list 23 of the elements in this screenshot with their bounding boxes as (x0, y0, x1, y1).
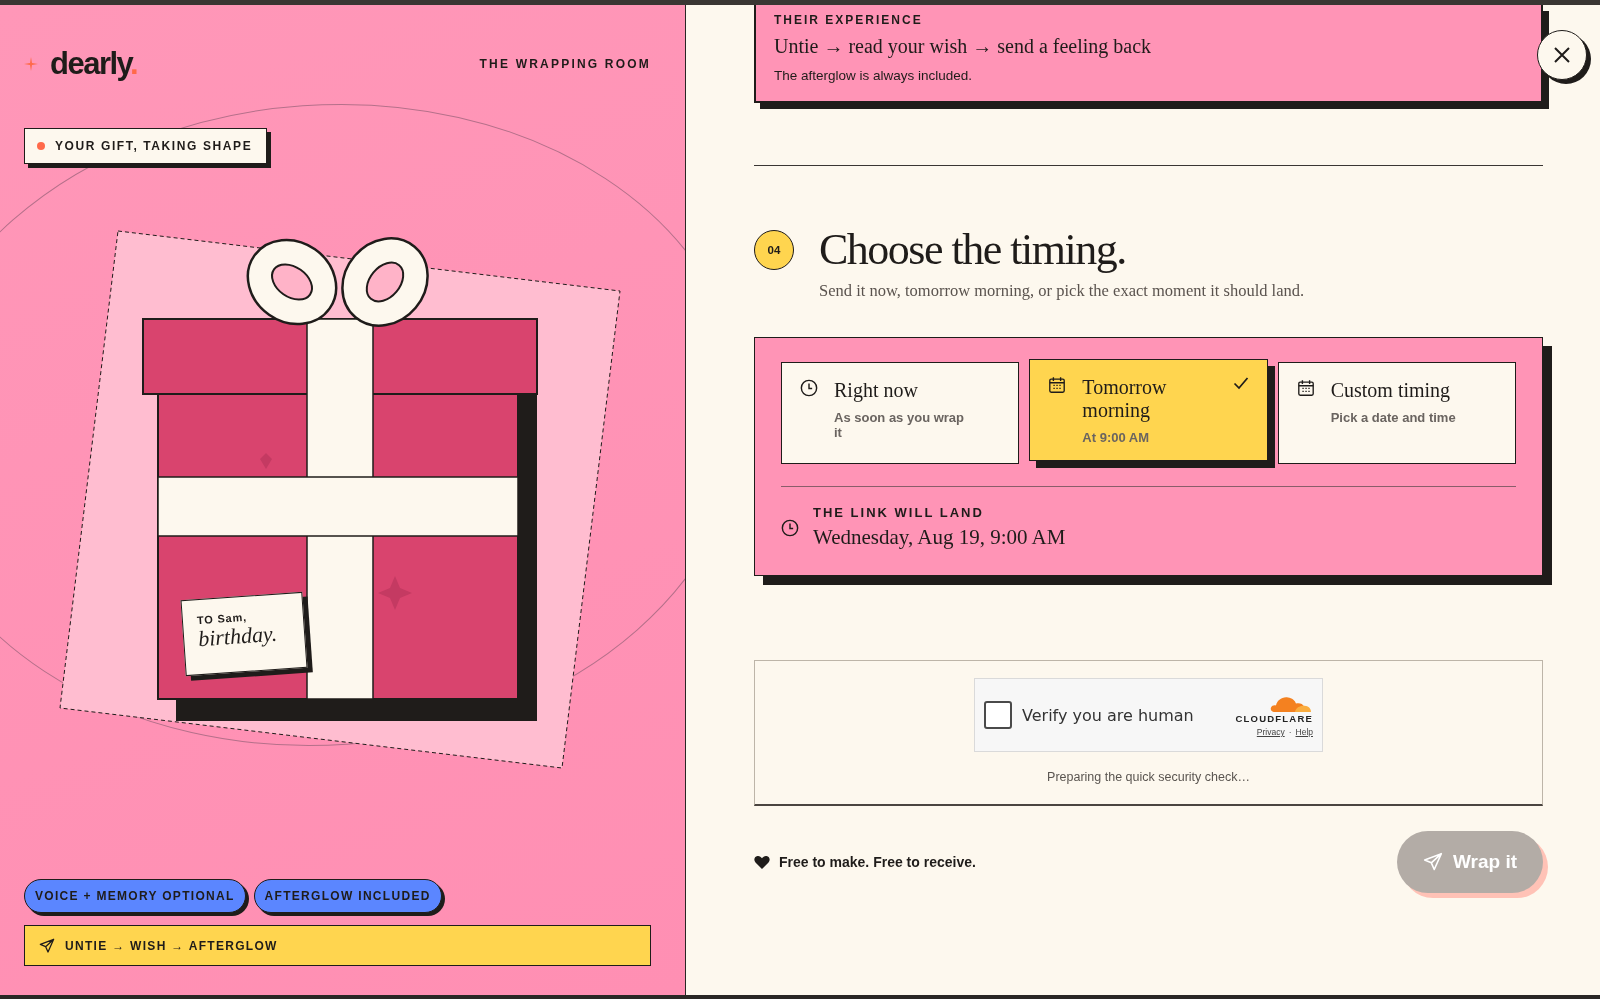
room-label: THE WRAPPING ROOM (479, 57, 651, 71)
landing-label: THE LINK WILL LAND (813, 505, 985, 520)
captcha-status: Preparing the quick security check… (1047, 770, 1250, 784)
provider-name: CLOUDFLARE (1235, 713, 1313, 724)
feature-pill: AFTERGLOW INCLUDED (253, 879, 442, 913)
captcha-label: Verify you are human (1022, 705, 1195, 725)
section-heading: Choose the timing. (819, 224, 1126, 275)
privacy-link[interactable]: Privacy (1256, 727, 1285, 737)
timing-option[interactable]: Custom timing Pick a date and time (1277, 362, 1516, 464)
flow-text: UNTIE → WISH → AFTERGLOW (65, 938, 278, 953)
footer-note: Free to make. Free to receive. (779, 854, 976, 870)
tag-recipient: TO Sam, (196, 609, 249, 627)
help-link[interactable]: Help (1295, 727, 1313, 737)
timing-option[interactable]: Right now As soon as you wrap it (781, 362, 1020, 464)
section-subtitle: Send it now, tomorrow morning, or pick the exact moment it should land. (819, 281, 1306, 301)
card-title: Untie → read your wish → send a feeling back (774, 35, 1153, 58)
landing-time: Wednesday, Aug 19, 9:00 AM (813, 525, 1066, 550)
card-note: The afterglow is always included. (774, 68, 974, 83)
step-number: 04 (754, 229, 794, 270)
brand-logo: dearly. (50, 46, 138, 82)
card-eyebrow: THEIR EXPERIENCE (774, 13, 924, 27)
link-separator: · (1288, 727, 1292, 737)
feature-pill: VOICE + MEMORY OPTIONAL (24, 879, 246, 913)
